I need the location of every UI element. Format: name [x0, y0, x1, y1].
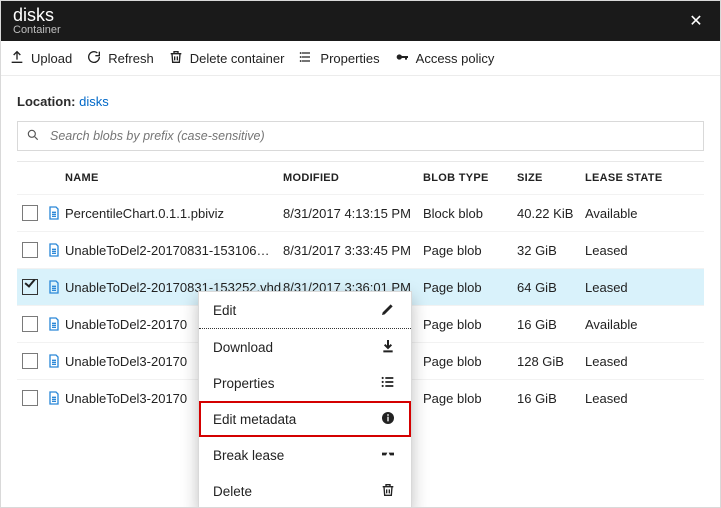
ctx-break-lease-label: Break lease [213, 448, 284, 463]
refresh-icon [86, 49, 102, 68]
ctx-delete-label: Delete [213, 484, 252, 499]
page-title: disks [13, 6, 61, 24]
toolbar: Upload Refresh Delete container Properti… [1, 41, 720, 76]
properties-icon [298, 49, 314, 68]
cell-size: 40.22 KiB [517, 206, 585, 221]
access-policy-button[interactable]: Access policy [394, 49, 495, 68]
upload-label: Upload [31, 51, 72, 66]
search-icon [18, 128, 48, 145]
trash-icon [168, 49, 184, 68]
cell-modified: 8/31/2017 4:13:15 PM [283, 206, 423, 221]
upload-icon [9, 49, 25, 68]
cell-blob-type: Page blob [423, 280, 517, 295]
ctx-edit-label: Edit [213, 303, 236, 318]
ctx-properties[interactable]: Properties [199, 365, 411, 401]
cell-lease-state: Leased [585, 354, 675, 369]
cell-blob-type: Page blob [423, 317, 517, 332]
ctx-break-lease[interactable]: Break lease [199, 437, 411, 473]
properties-label: Properties [320, 51, 379, 66]
ctx-properties-label: Properties [213, 376, 275, 391]
search-box[interactable] [17, 121, 704, 151]
ctx-delete[interactable]: Delete [199, 473, 411, 508]
trash-icon [379, 482, 397, 501]
key-icon [394, 49, 410, 68]
cell-size: 32 GiB [517, 243, 585, 258]
cell-size: 16 GiB [517, 391, 585, 406]
row-checkbox[interactable] [22, 205, 38, 221]
list-icon [379, 374, 397, 393]
properties-button[interactable]: Properties [298, 49, 379, 68]
cell-blob-type: Page blob [423, 354, 517, 369]
ctx-download-label: Download [213, 340, 273, 355]
cell-size: 128 GiB [517, 354, 585, 369]
upload-button[interactable]: Upload [9, 49, 72, 68]
close-icon: ✕ [689, 13, 702, 30]
download-icon [379, 338, 397, 357]
row-checkbox[interactable] [22, 242, 38, 258]
cell-blob-type: Block blob [423, 206, 517, 221]
table-header: NAME MODIFIED BLOB TYPE SIZE LEASE STATE [17, 161, 704, 194]
cell-size: 64 GiB [517, 280, 585, 295]
cell-blob-type: Page blob [423, 391, 517, 406]
col-lease-state[interactable]: LEASE STATE [585, 172, 675, 184]
ctx-download[interactable]: Download [199, 329, 411, 365]
cell-lease-state: Leased [585, 243, 675, 258]
cell-name: UnableToDel2-20170831-153106.vhd [65, 241, 283, 260]
cell-lease-state: Leased [585, 280, 675, 295]
row-checkbox[interactable] [22, 279, 38, 295]
delete-container-label: Delete container [190, 51, 285, 66]
row-checkbox[interactable] [22, 390, 38, 406]
location-bar: Location: disks [1, 76, 720, 121]
ctx-edit-metadata[interactable]: Edit metadata [199, 401, 411, 437]
col-name[interactable]: NAME [65, 172, 283, 184]
access-policy-label: Access policy [416, 51, 495, 66]
delete-container-button[interactable]: Delete container [168, 49, 285, 68]
cell-lease-state: Available [585, 317, 675, 332]
location-label: Location: [17, 94, 76, 109]
file-icon [43, 390, 65, 406]
pencil-icon [379, 301, 397, 320]
col-size[interactable]: SIZE [517, 172, 585, 184]
break-icon [379, 446, 397, 465]
cell-size: 16 GiB [517, 317, 585, 332]
col-blob-type[interactable]: BLOB TYPE [423, 172, 517, 184]
info-icon [379, 410, 397, 429]
cell-modified: 8/31/2017 3:33:45 PM [283, 243, 423, 258]
cell-lease-state: Leased [585, 391, 675, 406]
file-icon [43, 316, 65, 332]
cell-blob-type: Page blob [423, 243, 517, 258]
ctx-edit[interactable]: Edit [199, 292, 411, 329]
cell-name: PercentileChart.0.1.1.pbiviz [65, 206, 283, 221]
table-row[interactable]: PercentileChart.0.1.1.pbiviz 8/31/2017 4… [17, 194, 704, 231]
row-checkbox[interactable] [22, 353, 38, 369]
file-icon [43, 205, 65, 221]
refresh-button[interactable]: Refresh [86, 49, 154, 68]
table-row[interactable]: UnableToDel2-20170831-153106.vhd 8/31/20… [17, 231, 704, 268]
ctx-edit-metadata-label: Edit metadata [213, 412, 296, 427]
row-checkbox[interactable] [22, 316, 38, 332]
file-icon [43, 242, 65, 258]
cell-lease-state: Available [585, 206, 675, 221]
name-head: UnableToDel2-20170831-153106 [65, 243, 270, 258]
location-link[interactable]: disks [79, 94, 109, 109]
file-icon [43, 353, 65, 369]
search-input[interactable] [48, 128, 703, 144]
close-button[interactable]: ✕ [684, 11, 708, 31]
context-menu: Edit Download Properties Edit metadata B… [198, 291, 412, 508]
header-bar: disks Container ✕ [1, 1, 720, 41]
refresh-label: Refresh [108, 51, 154, 66]
col-modified[interactable]: MODIFIED [283, 172, 423, 184]
page-subtitle: Container [13, 24, 61, 36]
file-icon [43, 279, 65, 295]
